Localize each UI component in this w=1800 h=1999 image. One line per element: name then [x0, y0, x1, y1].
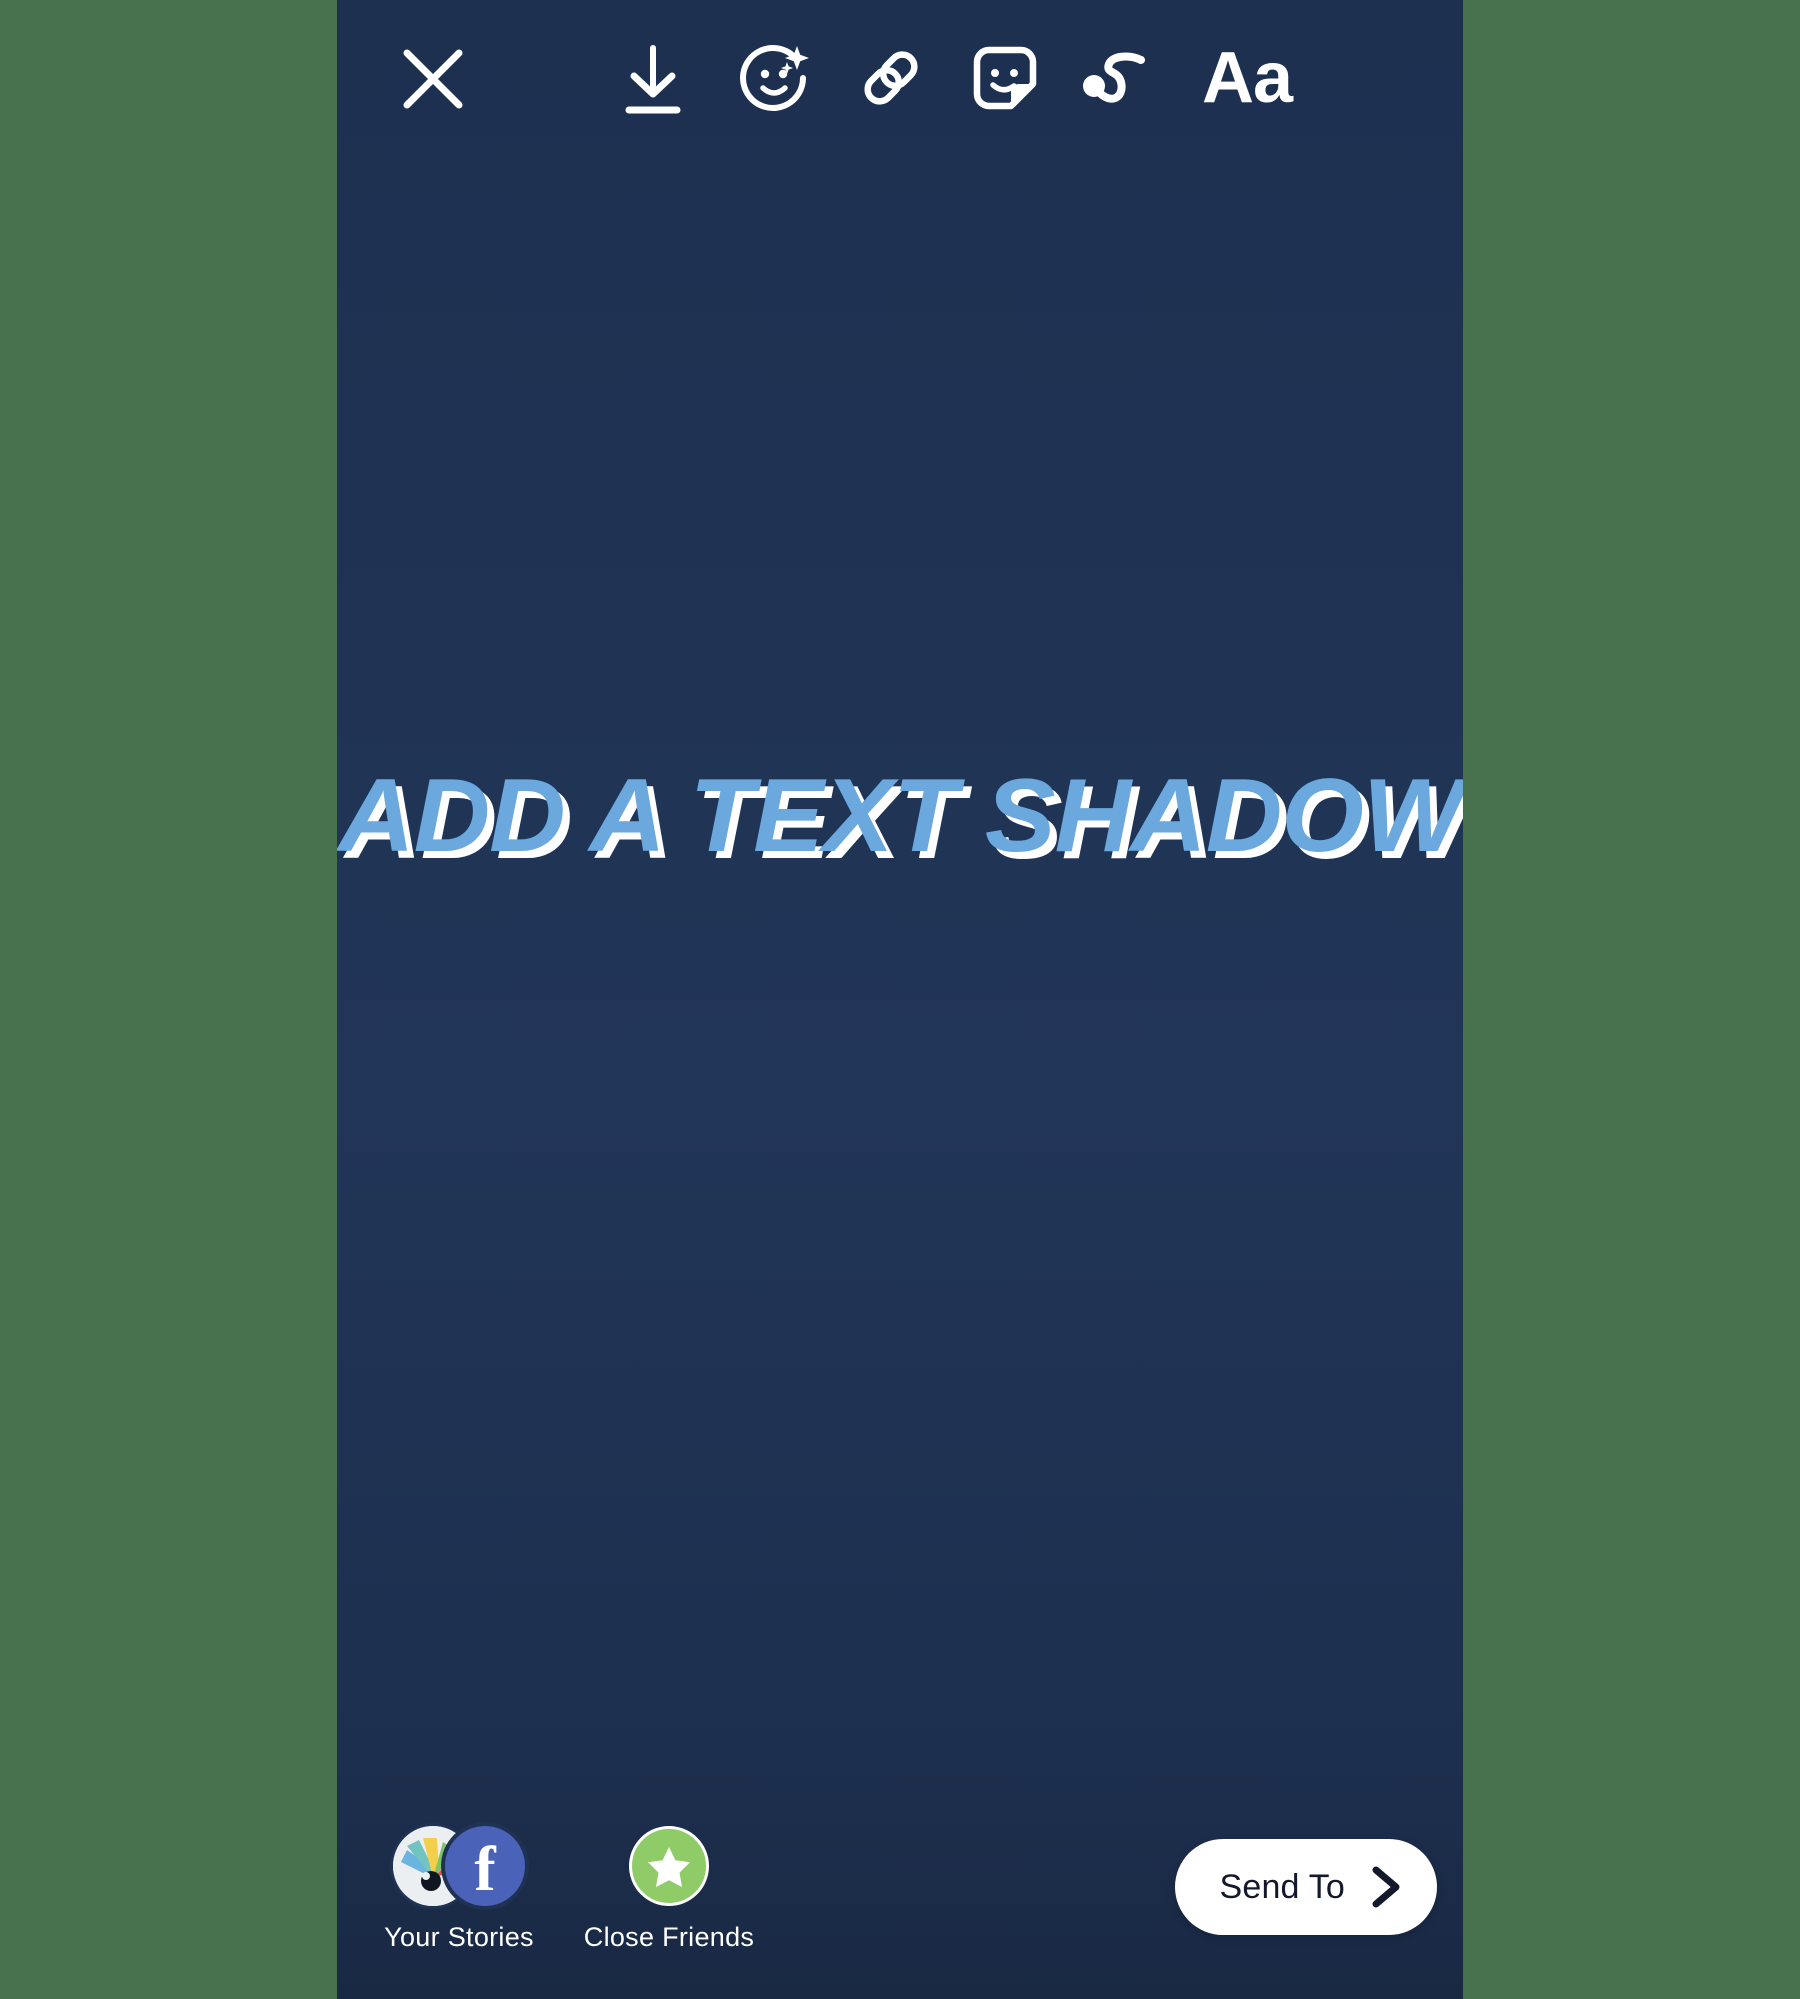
story-text[interactable]: ADD A TEXT SHADOW	[338, 760, 1463, 873]
text-button[interactable]: Aa	[1199, 28, 1295, 128]
sticker-face-icon	[973, 46, 1037, 110]
close-friends-star-icon	[648, 1847, 690, 1887]
smiley-sparkle-icon	[740, 45, 809, 111]
effects-button[interactable]	[735, 38, 815, 118]
facebook-f-icon: f	[474, 1833, 496, 1905]
save-button[interactable]	[617, 42, 689, 116]
sticker-button[interactable]	[967, 40, 1043, 116]
bottom-bar: f Your Stories Close Friends Send To	[337, 1769, 1463, 1999]
draw-button[interactable]	[1081, 42, 1161, 114]
audience-item-close-friends[interactable]: Close Friends	[583, 1826, 755, 1953]
close-button[interactable]	[397, 43, 469, 115]
squiggle-draw-icon	[1083, 52, 1145, 103]
link-button[interactable]	[853, 40, 929, 116]
story-editor-screen: Aa ADD A TEXT SHADOW f Your Stories Clos…	[0, 0, 1800, 1999]
text-aa-icon: Aa	[1201, 38, 1293, 118]
close-friends-avatar[interactable]	[629, 1826, 709, 1906]
top-toolbar: Aa	[337, 0, 1463, 160]
close-icon	[403, 49, 463, 109]
story-canvas[interactable]: Aa ADD A TEXT SHADOW f Your Stories Clos…	[337, 0, 1463, 1999]
audience-label-your-stories: Your Stories	[384, 1922, 534, 1952]
audience-item-your-stories[interactable]: f Your Stories	[375, 1826, 543, 1953]
chevron-right-icon	[1372, 1866, 1400, 1908]
avatar-cluster: f	[393, 1826, 525, 1906]
link-icon	[864, 51, 918, 105]
download-icon	[625, 45, 681, 114]
audience-group: f Your Stories Close Friends	[375, 1826, 755, 1953]
audience-label-close-friends: Close Friends	[583, 1922, 755, 1952]
story-text-overlay[interactable]: ADD A TEXT SHADOW	[337, 760, 1463, 873]
send-to-button[interactable]: Send To	[1175, 1839, 1437, 1935]
facebook-badge[interactable]: f	[445, 1826, 525, 1906]
send-to-label: Send To	[1219, 1867, 1345, 1906]
